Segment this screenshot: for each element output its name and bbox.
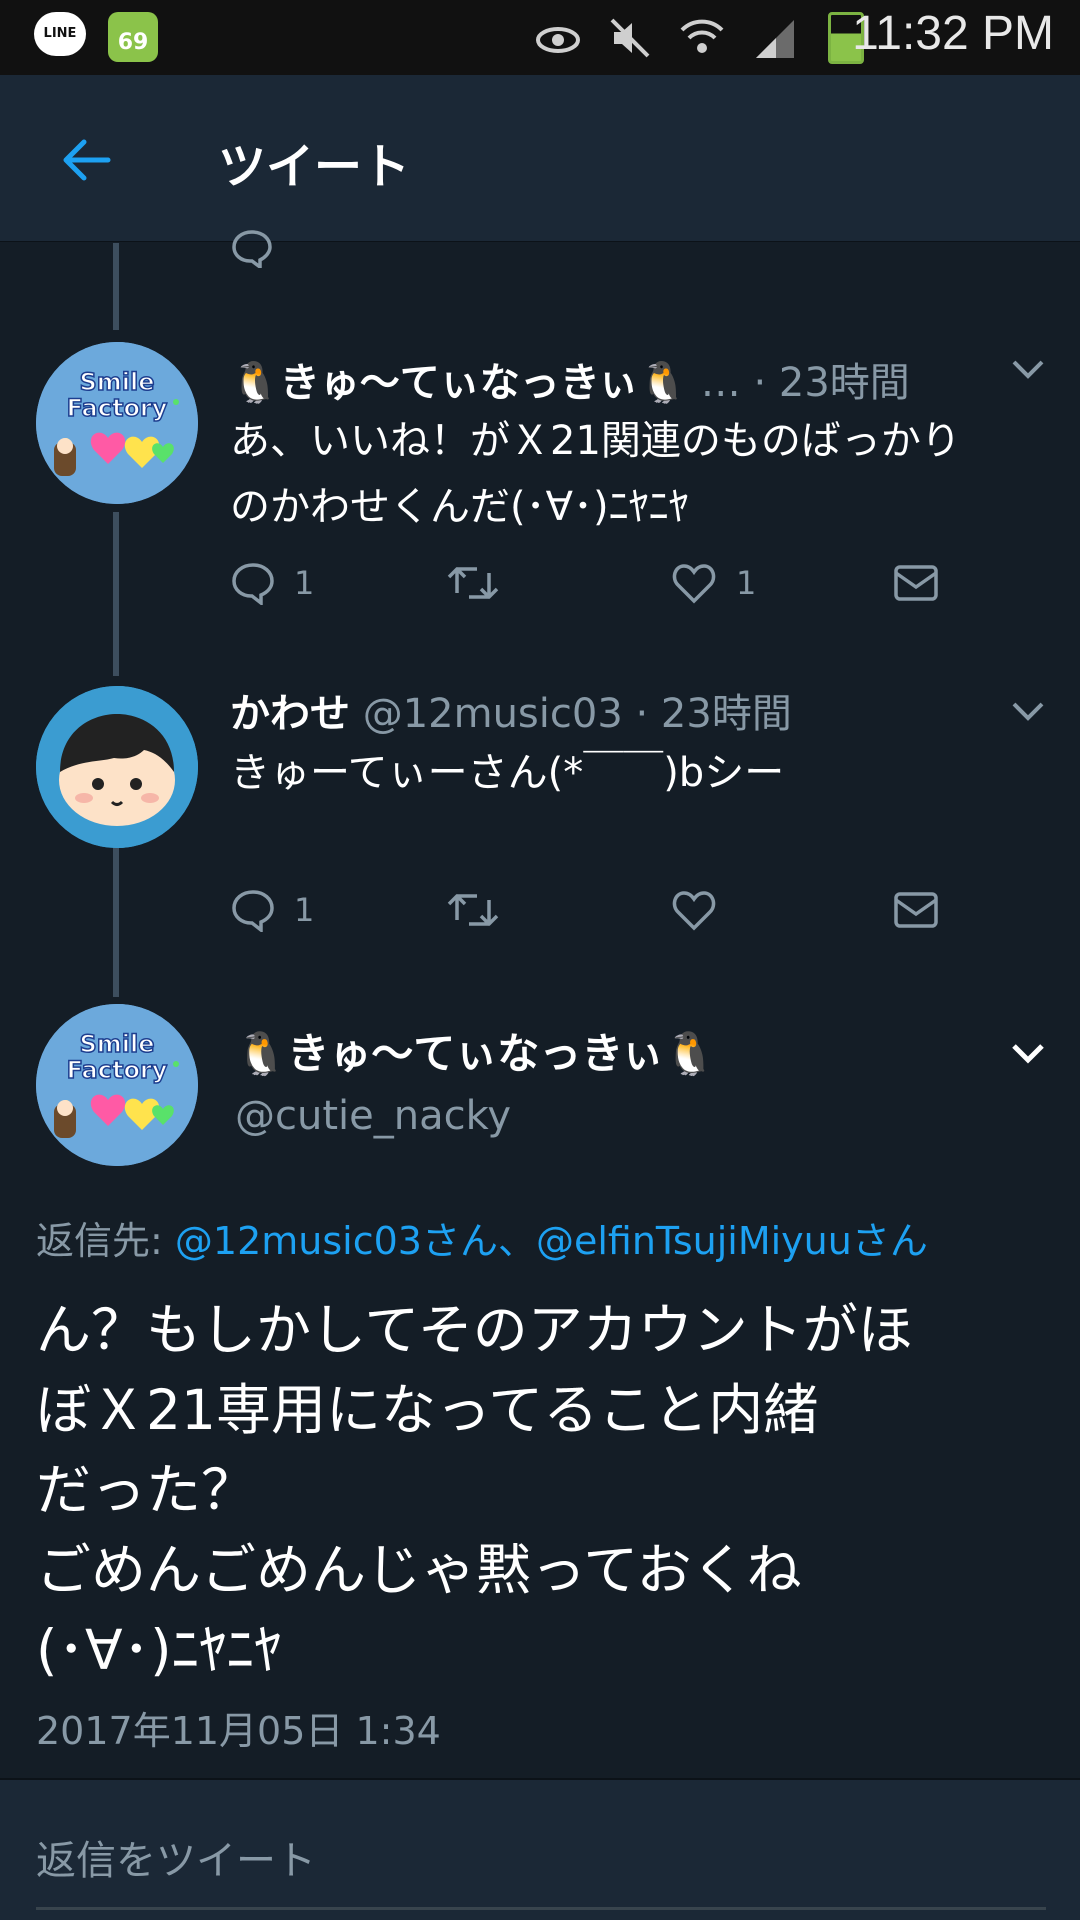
heart-icon	[672, 891, 716, 931]
retweet-icon	[447, 894, 499, 926]
svg-text:Factory: Factory	[67, 1056, 168, 1084]
status-icons	[534, 12, 870, 64]
reply-input-underline	[36, 1907, 1046, 1910]
main-tweet-handle[interactable]: @cutie_nacky	[235, 1093, 511, 1139]
tweet-header: 🐧きゅ〜てぃなっきぃ🐧 … · 23時間	[230, 350, 910, 408]
retweet-button[interactable]	[445, 555, 519, 611]
reply-composer[interactable]: 返信をツイート	[0, 1780, 1080, 1920]
reply-button[interactable]: 1	[230, 555, 314, 611]
tweet-time: · 23時間	[753, 360, 910, 406]
signal-icon	[750, 16, 798, 60]
tweet-time: · 23時間	[635, 691, 792, 737]
main-tweet-avatar[interactable]: Smile Factory	[36, 1004, 198, 1166]
tweet-header: かわせ @12music03 · 23時間	[230, 681, 792, 739]
reply-input[interactable]: 返信をツイート	[36, 1828, 316, 1886]
main-tweet-display-name[interactable]: 🐧きゅ〜てぃなっきぃ🐧	[235, 1020, 716, 1081]
status-bar: LINE 69 11:32 PM	[0, 0, 1080, 75]
name-ellipsis: …	[700, 360, 741, 406]
line-app-icon: LINE	[34, 12, 86, 56]
thread-line	[113, 512, 119, 676]
svg-text:Smile: Smile	[79, 1030, 154, 1058]
tweet-actions: 1	[230, 882, 970, 942]
android-notification-icon: 69	[108, 12, 158, 62]
svg-text:Factory: Factory	[67, 394, 168, 422]
like-button[interactable]	[670, 882, 736, 938]
like-button[interactable]: 1	[670, 555, 756, 611]
dm-button[interactable]	[892, 555, 940, 611]
retweet-icon	[447, 567, 499, 599]
reply-icon	[232, 563, 274, 605]
app-header: ツイート	[0, 75, 1080, 242]
clock: 11:32 PM	[852, 7, 1054, 60]
reply-button[interactable]: 1	[230, 882, 314, 938]
chevron-down-icon[interactable]	[1010, 358, 1046, 382]
thread-line	[113, 847, 119, 997]
page-title: ツイート	[218, 139, 411, 195]
previous-tweet-actions	[230, 220, 970, 280]
reply-icon	[232, 890, 274, 932]
dm-button[interactable]	[892, 882, 940, 938]
chevron-down-icon[interactable]	[1010, 1042, 1046, 1066]
user-handle[interactable]: @12music03	[363, 691, 623, 737]
main-tweet-text: ん？もしかしてそのアカウントがほ ぼＸ21専用になってること内緒 だった？ ごめ…	[36, 1298, 913, 1682]
eye-icon	[534, 16, 582, 60]
mute-icon	[606, 16, 654, 60]
reply-to-label: 返信先:	[36, 1219, 163, 1263]
reply-count: 1	[294, 564, 315, 602]
heart-icon	[672, 564, 716, 604]
back-arrow-icon[interactable]	[56, 130, 116, 190]
svg-text:Smile: Smile	[79, 368, 154, 396]
display-name[interactable]: かわせ	[230, 691, 350, 737]
thread-line	[113, 243, 119, 330]
wifi-icon	[678, 16, 726, 60]
display-name[interactable]: 🐧きゅ〜てぃなっきぃ🐧	[230, 360, 688, 406]
avatar[interactable]: Smile Factory	[36, 342, 198, 504]
tweet-actions: 1 1	[230, 555, 970, 615]
tweet-text: あ、いいね！がＸ21関連のものばっかり のかわせくんだ(･∀･)ﾆﾔﾆﾔ	[230, 418, 961, 530]
tweet-text: きゅーてぃーさん(*￣￣)bシー	[230, 750, 785, 796]
reply-to-line: 返信先: @12music03さん、@elfinTsujiMiyuuさん	[36, 1210, 928, 1265]
envelope-icon	[894, 565, 938, 601]
retweet-button[interactable]	[445, 882, 519, 938]
chevron-down-icon[interactable]	[1010, 700, 1046, 724]
envelope-icon	[894, 892, 938, 928]
like-count: 1	[736, 564, 757, 602]
main-tweet-timestamp: 2017年11月05日 1:34	[36, 1709, 441, 1753]
avatar[interactable]	[36, 686, 198, 848]
reply-count: 1	[294, 891, 315, 929]
reply-to-mentions[interactable]: @12music03さん、@elfinTsujiMiyuuさん	[175, 1219, 928, 1263]
